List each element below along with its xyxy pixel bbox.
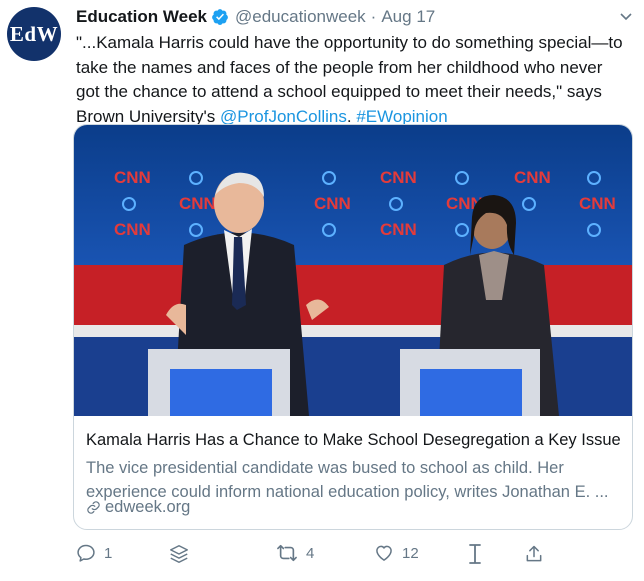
heart-icon — [376, 545, 392, 561]
retweet-count: 4 — [306, 544, 315, 562]
tweet-body: "...Kamala Harris could have the opportu… — [76, 33, 623, 126]
cnn-logo: CNN — [179, 194, 216, 213]
card-domain-text: edweek.org — [105, 498, 191, 516]
like-button[interactable]: 12 — [374, 543, 419, 563]
reply-button[interactable]: 1 — [76, 543, 112, 563]
cnn-logo: CNN — [380, 220, 417, 239]
podium-left — [148, 349, 290, 416]
separator-dot: · — [370, 7, 377, 26]
chevron-down-icon[interactable] — [618, 8, 634, 24]
verified-badge-icon — [212, 9, 228, 25]
text-cursor-icon — [469, 544, 481, 564]
share-button[interactable] — [524, 543, 544, 565]
avatar[interactable]: EdW — [7, 7, 61, 61]
share-icon — [526, 545, 542, 562]
podium-right — [400, 349, 540, 416]
cnn-logo: CNN — [380, 168, 417, 187]
tweet-text: "...Kamala Harris could have the opportu… — [76, 33, 623, 126]
cnn-logo: CNN — [514, 168, 551, 187]
author-handle[interactable]: @educationweek — [235, 7, 366, 27]
hashtag-link[interactable]: #EWopinion — [356, 107, 447, 126]
cnn-logo: CNN — [114, 168, 151, 187]
retweet-button[interactable]: 4 — [276, 543, 314, 563]
card-title[interactable]: Kamala Harris Has a Chance to Make Schoo… — [86, 431, 621, 450]
cnn-logo: CNN — [314, 194, 351, 213]
cnn-logo: CNN — [114, 220, 151, 239]
like-count: 12 — [402, 544, 419, 562]
link-card[interactable]: CNN CNN CNN CNN CNN CNN CNN CNN CNN Kama… — [73, 124, 633, 530]
reply-count: 1 — [104, 544, 113, 562]
link-icon — [87, 501, 100, 514]
cnn-logo: CNN — [579, 194, 616, 213]
thread-stack-icon — [170, 545, 188, 563]
card-description: The vice presidential candidate was buse… — [86, 456, 618, 504]
card-domain[interactable]: edweek.org — [86, 498, 190, 517]
tweet-date[interactable]: Aug 17 — [381, 7, 435, 27]
card-image[interactable]: CNN CNN CNN CNN CNN CNN CNN CNN CNN — [74, 125, 632, 416]
mention-link[interactable]: @ProfJonCollins — [220, 107, 347, 126]
retweet-icon — [277, 544, 297, 562]
thread-button[interactable] — [168, 543, 190, 565]
reader-button[interactable] — [468, 543, 482, 565]
reply-icon — [77, 544, 95, 562]
tweet-header: Education Week @educationweek · Aug 17 — [76, 6, 435, 28]
action-bar: 1 4 12 — [76, 543, 556, 567]
card-description-line: The vice presidential candidate was buse… — [86, 459, 564, 477]
author-name[interactable]: Education Week — [76, 7, 207, 27]
